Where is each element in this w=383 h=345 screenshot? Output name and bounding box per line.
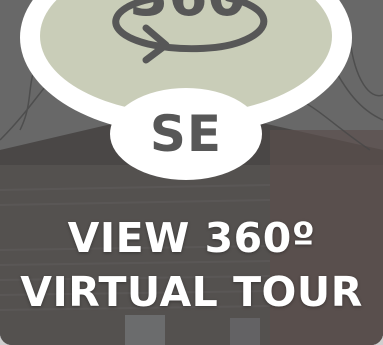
virtual-tour-tile[interactable]: 360 SE VIEW 360º VIRTUAL TOUR: [0, 0, 383, 345]
logo-initials: SE: [149, 105, 223, 163]
caption-line-2: VIRTUAL TOUR: [20, 268, 363, 316]
rotate-360-icon: 360: [112, 0, 268, 64]
caption-line-1: VIEW 360º: [67, 214, 316, 262]
logo-initials-badge: SE: [110, 88, 262, 180]
logo-number: 360: [130, 0, 247, 29]
